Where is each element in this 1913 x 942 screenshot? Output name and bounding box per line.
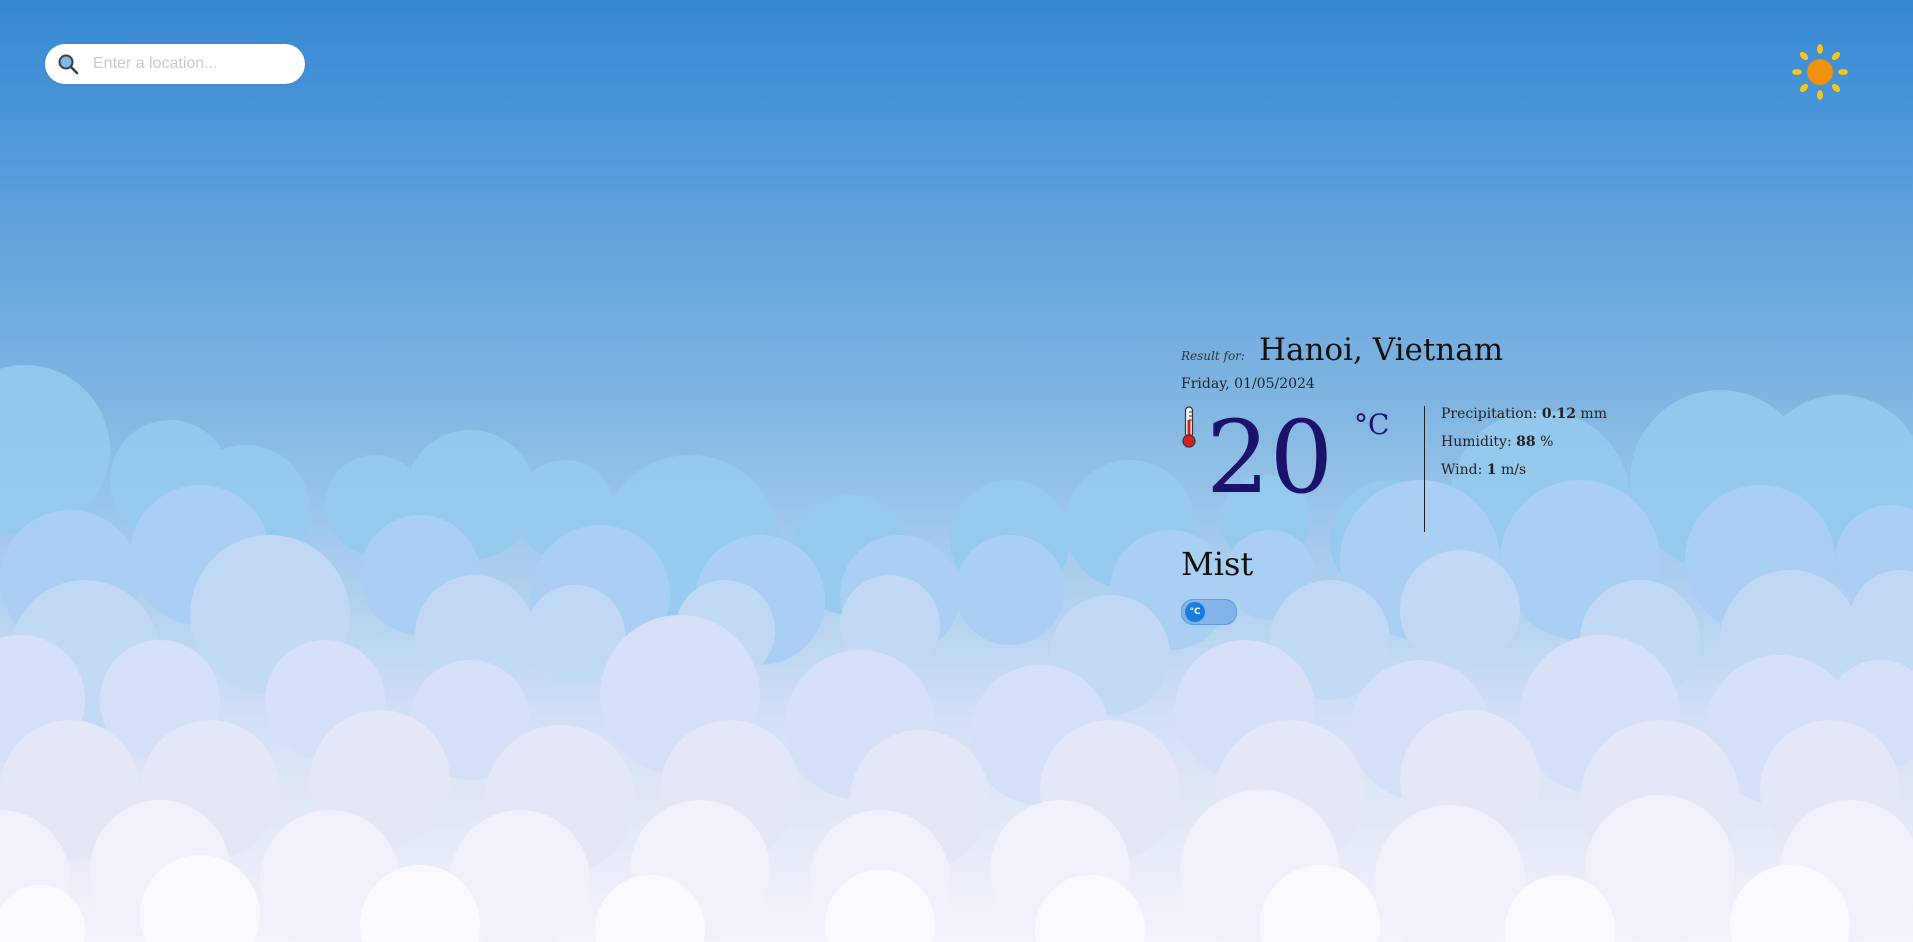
precipitation-label: Precipitation: — [1441, 406, 1538, 422]
wind-label: Wind: — [1441, 462, 1483, 478]
unit-toggle-knob[interactable]: °C — [1185, 602, 1205, 622]
result-label: Result for: — [1181, 349, 1245, 363]
search-bar[interactable] — [45, 44, 305, 84]
wind-row: Wind: 1 m/s — [1441, 462, 1607, 490]
temperature-value: 20 — [1206, 399, 1334, 516]
temperature-unit: °C — [1354, 408, 1390, 441]
thermometer-icon — [1182, 406, 1196, 448]
divider — [1424, 406, 1425, 532]
cloud-background — [0, 365, 1913, 942]
precipitation-unit: mm — [1580, 406, 1607, 422]
weather-details: Precipitation: 0.12 mm Humidity: 88 % Wi… — [1441, 406, 1607, 490]
weather-condition: Mist — [1181, 545, 1254, 583]
humidity-value: 88 — [1516, 434, 1536, 450]
precipitation-row: Precipitation: 0.12 mm — [1441, 406, 1607, 434]
wind-unit: m/s — [1500, 462, 1527, 478]
current-date: Friday, 01/05/2024 — [1181, 376, 1315, 392]
location-search-input[interactable] — [91, 54, 295, 74]
precipitation-value: 0.12 — [1541, 406, 1576, 422]
humidity-row: Humidity: 88 % — [1441, 434, 1607, 462]
humidity-unit: % — [1540, 434, 1554, 450]
wind-value: 1 — [1486, 462, 1497, 478]
humidity-label: Humidity: — [1441, 434, 1512, 450]
unit-toggle-switch[interactable]: °C — [1181, 599, 1237, 625]
weather-panel: Result for: Hanoi, Vietnam Friday, 01/05… — [1181, 332, 1621, 625]
theme-toggle-button[interactable] — [1791, 43, 1849, 101]
search-icon[interactable] — [57, 51, 83, 77]
location-name: Hanoi, Vietnam — [1258, 332, 1504, 368]
sun-icon — [1792, 44, 1848, 100]
